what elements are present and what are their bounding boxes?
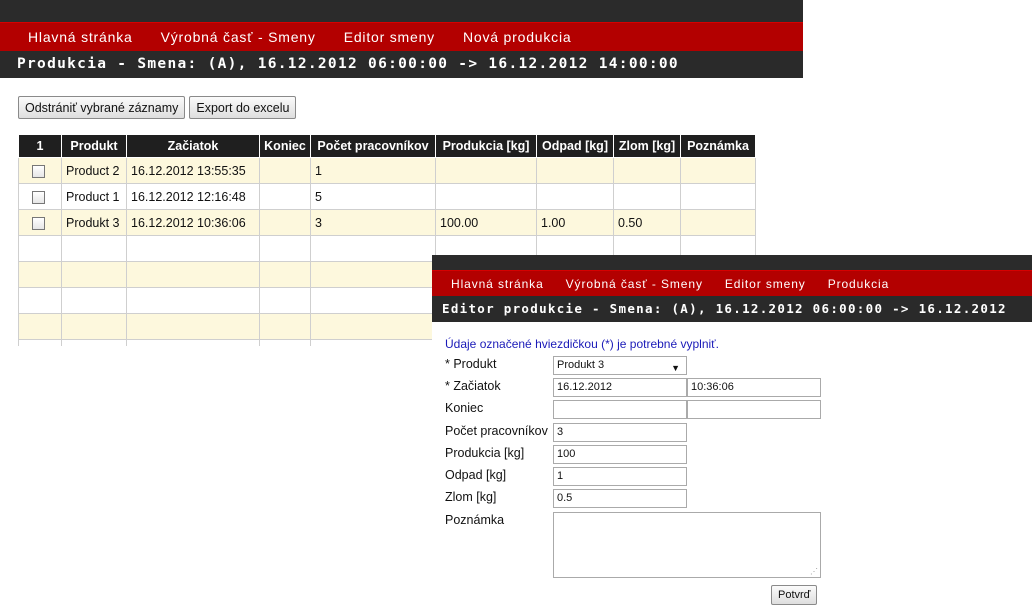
cell-zlom — [613, 183, 681, 210]
label-pocet: Počet pracovníkov — [445, 424, 548, 438]
cell-odpad — [536, 183, 614, 210]
cell-produkcia: 100.00 — [435, 209, 537, 236]
delete-selected-button[interactable]: Odstrániť vybrané záznamy — [18, 96, 186, 119]
page-title: Produkcia - Smena: (A), 16.12.2012 06:00… — [0, 51, 803, 78]
row-select-cell — [18, 209, 62, 236]
table-row[interactable]: Produkt 3 16.12.2012 10:36:06 3 100.00 1… — [18, 209, 756, 236]
row-select-cell — [18, 157, 62, 184]
cell-koniec — [259, 209, 311, 236]
cell-odpad: 1.00 — [536, 209, 614, 236]
cell-pocet: 1 — [310, 157, 436, 184]
cell-zaciatok: 16.12.2012 10:36:06 — [126, 209, 260, 236]
nav-new-production[interactable]: Nová produkcia — [463, 29, 571, 45]
column-header-produkcia[interactable]: Produkcia [kg] — [435, 134, 537, 158]
koniec-date-input[interactable] — [553, 400, 687, 419]
produkt-select[interactable]: Produkt 3 ▼ — [553, 356, 687, 375]
odpad-input[interactable]: 1 — [553, 467, 687, 486]
nav-home[interactable]: Hlavná stránka — [28, 29, 133, 45]
cell-zaciatok: 16.12.2012 12:16:48 — [126, 183, 260, 210]
nav-shifts[interactable]: Výrobná časť - Smeny — [161, 29, 316, 45]
label-poznamka: Poznámka — [445, 513, 505, 527]
cell-poznamka — [680, 157, 756, 184]
cell-odpad — [536, 157, 614, 184]
cell-zaciatok: 16.12.2012 13:55:35 — [126, 157, 260, 184]
column-header-poznamka[interactable]: Poznámka — [680, 134, 756, 158]
cell-produkcia — [435, 183, 537, 210]
koniec-time-input[interactable] — [687, 400, 821, 419]
column-header-select[interactable]: 1 — [18, 134, 62, 158]
editor-window: Hlavná stránka Výrobná časť - Smeny Edit… — [432, 255, 1032, 612]
label-koniec: Koniec — [445, 401, 484, 415]
confirm-button[interactable]: Potvrď — [771, 585, 818, 605]
label-produkt: * Produkt — [445, 357, 497, 371]
cell-produkcia — [435, 157, 537, 184]
export-excel-button[interactable]: Export do excelu — [189, 96, 297, 119]
column-header-produkt[interactable]: Produkt — [61, 134, 127, 158]
checkbox-icon[interactable] — [32, 190, 45, 204]
cell-poznamka — [680, 183, 756, 210]
column-header-zaciatok[interactable]: Začiatok — [126, 134, 260, 158]
main-nav: Hlavná stránka Výrobná časť - Smeny Edit… — [0, 22, 803, 51]
zlom-input[interactable]: 0.5 — [553, 489, 687, 508]
column-header-zlom[interactable]: Zlom [kg] — [613, 134, 681, 158]
checkbox-icon[interactable] — [32, 164, 45, 178]
cell-produkt: Product 2 — [61, 157, 127, 184]
checkbox-icon[interactable] — [32, 216, 45, 230]
label-zlom: Zlom [kg] — [445, 490, 497, 504]
nav-shift-editor[interactable]: Editor smeny — [344, 29, 435, 45]
cell-zlom: 0.50 — [613, 209, 681, 236]
cell-koniec — [259, 157, 311, 184]
editor-nav: Hlavná stránka Výrobná časť - Smeny Edit… — [432, 270, 1032, 296]
resize-grip-icon[interactable]: ⋰ — [810, 567, 818, 576]
row-select-cell — [18, 183, 62, 210]
zaciatok-time-input[interactable]: 10:36:06 — [687, 378, 821, 397]
toolbar: Odstrániť vybrané záznamy Export do exce… — [18, 96, 297, 119]
top-bar — [0, 0, 803, 22]
editor-top-bar — [432, 255, 1032, 270]
cell-koniec — [259, 183, 311, 210]
label-zaciatok: * Začiatok — [445, 379, 501, 393]
required-fields-note: Údaje označené hviezdičkou (*) je potreb… — [445, 337, 719, 351]
nav-shifts[interactable]: Výrobná časť - Smeny — [566, 277, 703, 291]
cell-poznamka — [680, 209, 756, 236]
nav-production[interactable]: Produkcia — [828, 277, 889, 291]
nav-shift-editor[interactable]: Editor smeny — [725, 277, 806, 291]
pocet-input[interactable]: 3 — [553, 423, 687, 442]
produkcia-input[interactable]: 100 — [553, 445, 687, 464]
zaciatok-date-input[interactable]: 16.12.2012 — [553, 378, 687, 397]
column-header-koniec[interactable]: Koniec — [259, 134, 311, 158]
table-row[interactable]: Product 2 16.12.2012 13:55:35 1 — [18, 157, 756, 184]
label-produkcia: Produkcia [kg] — [445, 446, 525, 460]
column-header-odpad[interactable]: Odpad [kg] — [536, 134, 614, 158]
table-row[interactable]: Product 1 16.12.2012 12:16:48 5 — [18, 183, 756, 210]
cell-produkt: Produkt 3 — [61, 209, 127, 236]
cell-produkt: Product 1 — [61, 183, 127, 210]
editor-title: Editor produkcie - Smena: (A), 16.12.201… — [432, 296, 1032, 342]
produkt-select-value: Produkt 3 — [557, 359, 605, 371]
nav-home[interactable]: Hlavná stránka — [451, 277, 544, 291]
label-odpad: Odpad [kg] — [445, 468, 507, 482]
cell-zlom — [613, 157, 681, 184]
column-header-pocet[interactable]: Počet pracovníkov — [310, 134, 436, 158]
chevron-down-icon: ▼ — [671, 363, 680, 373]
cell-pocet: 5 — [310, 183, 436, 210]
poznamka-textarea[interactable]: ⋰ — [553, 512, 821, 578]
cell-pocet: 3 — [310, 209, 436, 236]
